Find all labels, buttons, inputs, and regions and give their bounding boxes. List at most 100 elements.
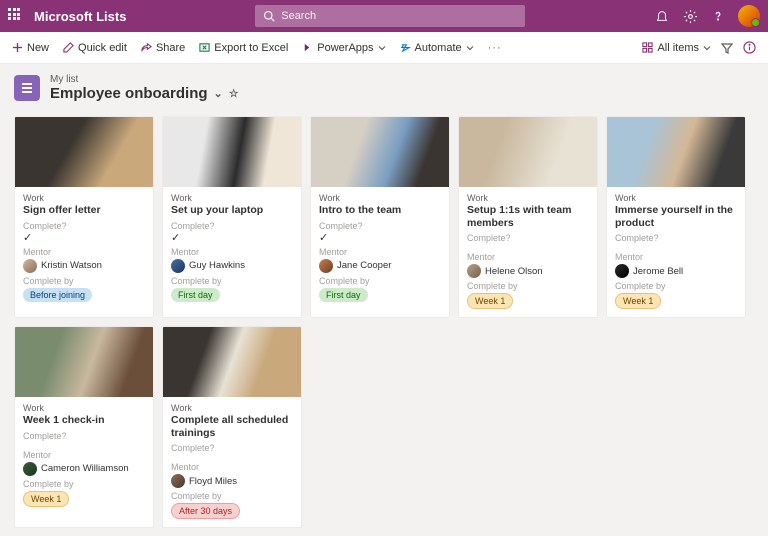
checkmark-icon: ✓ bbox=[319, 231, 441, 244]
mentor-name: Helene Olson bbox=[485, 266, 543, 277]
info-icon[interactable] bbox=[743, 41, 756, 54]
quick-edit-button[interactable]: Quick edit bbox=[63, 42, 127, 54]
complete-label: Complete? bbox=[23, 431, 145, 441]
card-category: Work bbox=[467, 193, 589, 203]
complete-by-label: Complete by bbox=[171, 276, 293, 286]
complete-by-label: Complete by bbox=[467, 281, 589, 291]
chevron-down-icon bbox=[378, 44, 386, 52]
complete-by-tag: Week 1 bbox=[23, 491, 69, 507]
complete-label: Complete? bbox=[171, 221, 293, 231]
card-category: Work bbox=[615, 193, 737, 203]
complete-by-label: Complete by bbox=[23, 276, 145, 286]
help-icon[interactable] bbox=[710, 8, 726, 24]
complete-by-tag: First day bbox=[319, 288, 368, 302]
card-title: Immerse yourself in the product bbox=[615, 204, 737, 229]
checkmark-icon: ✓ bbox=[23, 231, 145, 244]
more-button[interactable]: ··· bbox=[488, 42, 502, 54]
card[interactable]: WorkSign offer letterComplete?✓MentorKri… bbox=[14, 116, 154, 318]
card-image bbox=[163, 327, 301, 397]
card-title: Setup 1:1s with team members bbox=[467, 204, 589, 229]
mentor-name: Floyd Miles bbox=[189, 476, 237, 487]
command-bar: New Quick edit Share Export to Excel Pow… bbox=[0, 32, 768, 64]
complete-label: Complete? bbox=[171, 443, 293, 453]
card[interactable]: WorkComplete all scheduled trainings Comp… bbox=[162, 326, 302, 528]
excel-icon bbox=[199, 42, 210, 53]
card[interactable]: WorkWeek 1 check-inComplete?MentorCamero… bbox=[14, 326, 154, 528]
all-items-view-button[interactable]: All items bbox=[642, 42, 711, 54]
notifications-icon[interactable] bbox=[654, 8, 670, 24]
chevron-down-icon[interactable]: ⌄ bbox=[214, 87, 223, 100]
user-avatar[interactable] bbox=[738, 5, 760, 27]
complete-label: Complete? bbox=[23, 221, 145, 231]
mentor-label: Mentor bbox=[467, 252, 589, 262]
complete-label: Complete? bbox=[319, 221, 441, 231]
mentor-field: Kristin Watson bbox=[23, 259, 145, 273]
complete-label: Complete? bbox=[615, 233, 737, 243]
mentor-field: Jerome Bell bbox=[615, 264, 737, 278]
flow-icon bbox=[400, 42, 411, 53]
favorite-star-icon[interactable]: ☆ bbox=[229, 87, 239, 100]
card-category: Work bbox=[171, 403, 293, 413]
search-input[interactable]: Search bbox=[255, 5, 525, 27]
list-header: My list Employee onboarding ⌄ ☆ bbox=[0, 64, 768, 108]
pencil-icon bbox=[63, 42, 74, 53]
mentor-label: Mentor bbox=[171, 462, 293, 472]
export-excel-button[interactable]: Export to Excel bbox=[199, 42, 288, 54]
card-category: Work bbox=[171, 193, 293, 203]
search-icon bbox=[263, 10, 275, 22]
complete-by-label: Complete by bbox=[319, 276, 441, 286]
mentor-avatar bbox=[615, 264, 629, 278]
card[interactable]: WorkIntro to the teamComplete?✓MentorJan… bbox=[310, 116, 450, 318]
mentor-name: Cameron Williamson bbox=[41, 463, 129, 474]
complete-by-label: Complete by bbox=[615, 281, 737, 291]
settings-gear-icon[interactable] bbox=[682, 8, 698, 24]
mentor-avatar bbox=[467, 264, 481, 278]
app-name: Microsoft Lists bbox=[34, 9, 126, 24]
share-button[interactable]: Share bbox=[141, 42, 185, 54]
plus-icon bbox=[12, 42, 23, 53]
chevron-down-icon bbox=[703, 44, 711, 52]
app-launcher-icon[interactable] bbox=[8, 8, 24, 24]
powerapps-button[interactable]: PowerApps bbox=[302, 42, 385, 54]
card-image bbox=[163, 117, 301, 187]
automate-button[interactable]: Automate bbox=[400, 42, 474, 54]
card[interactable]: WorkSet up your laptopComplete?✓MentorGu… bbox=[162, 116, 302, 318]
card-title: Complete all scheduled trainings bbox=[171, 414, 293, 439]
breadcrumb[interactable]: My list bbox=[50, 74, 239, 85]
mentor-field: Jane Cooper bbox=[319, 259, 441, 273]
card-category: Work bbox=[319, 193, 441, 203]
gallery-view: WorkSign offer letterComplete?✓MentorKri… bbox=[0, 108, 768, 536]
complete-by-label: Complete by bbox=[23, 479, 145, 489]
complete-label: Complete? bbox=[467, 233, 589, 243]
mentor-avatar bbox=[171, 259, 185, 273]
mentor-field: Cameron Williamson bbox=[23, 462, 145, 476]
mentor-name: Kristin Watson bbox=[41, 260, 102, 271]
complete-by-tag: Week 1 bbox=[615, 293, 661, 309]
mentor-name: Guy Hawkins bbox=[189, 260, 245, 271]
mentor-label: Mentor bbox=[23, 247, 145, 257]
complete-by-tag: After 30 days bbox=[171, 503, 240, 519]
mentor-label: Mentor bbox=[615, 252, 737, 262]
mentor-name: Jane Cooper bbox=[337, 260, 391, 271]
mentor-avatar bbox=[319, 259, 333, 273]
card-title: Week 1 check-in bbox=[23, 414, 145, 427]
powerapps-icon bbox=[302, 42, 313, 53]
ellipsis-icon: ··· bbox=[488, 42, 502, 54]
complete-by-tag: Before joining bbox=[23, 288, 92, 302]
new-button[interactable]: New bbox=[12, 42, 49, 54]
chevron-down-icon bbox=[466, 44, 474, 52]
mentor-field: Floyd Miles bbox=[171, 474, 293, 488]
search-placeholder: Search bbox=[281, 10, 316, 22]
mentor-field: Guy Hawkins bbox=[171, 259, 293, 273]
card-category: Work bbox=[23, 193, 145, 203]
card-image bbox=[15, 327, 153, 397]
list-title: Employee onboarding ⌄ ☆ bbox=[50, 85, 239, 102]
card-category: Work bbox=[23, 403, 145, 413]
card-image bbox=[459, 117, 597, 187]
card-image bbox=[607, 117, 745, 187]
mentor-field: Helene Olson bbox=[467, 264, 589, 278]
checkmark-icon: ✓ bbox=[171, 231, 293, 244]
card[interactable]: WorkImmerse yourself in the product Compl… bbox=[606, 116, 746, 318]
filter-icon[interactable] bbox=[721, 42, 733, 54]
card[interactable]: WorkSetup 1:1s with team members Complete… bbox=[458, 116, 598, 318]
